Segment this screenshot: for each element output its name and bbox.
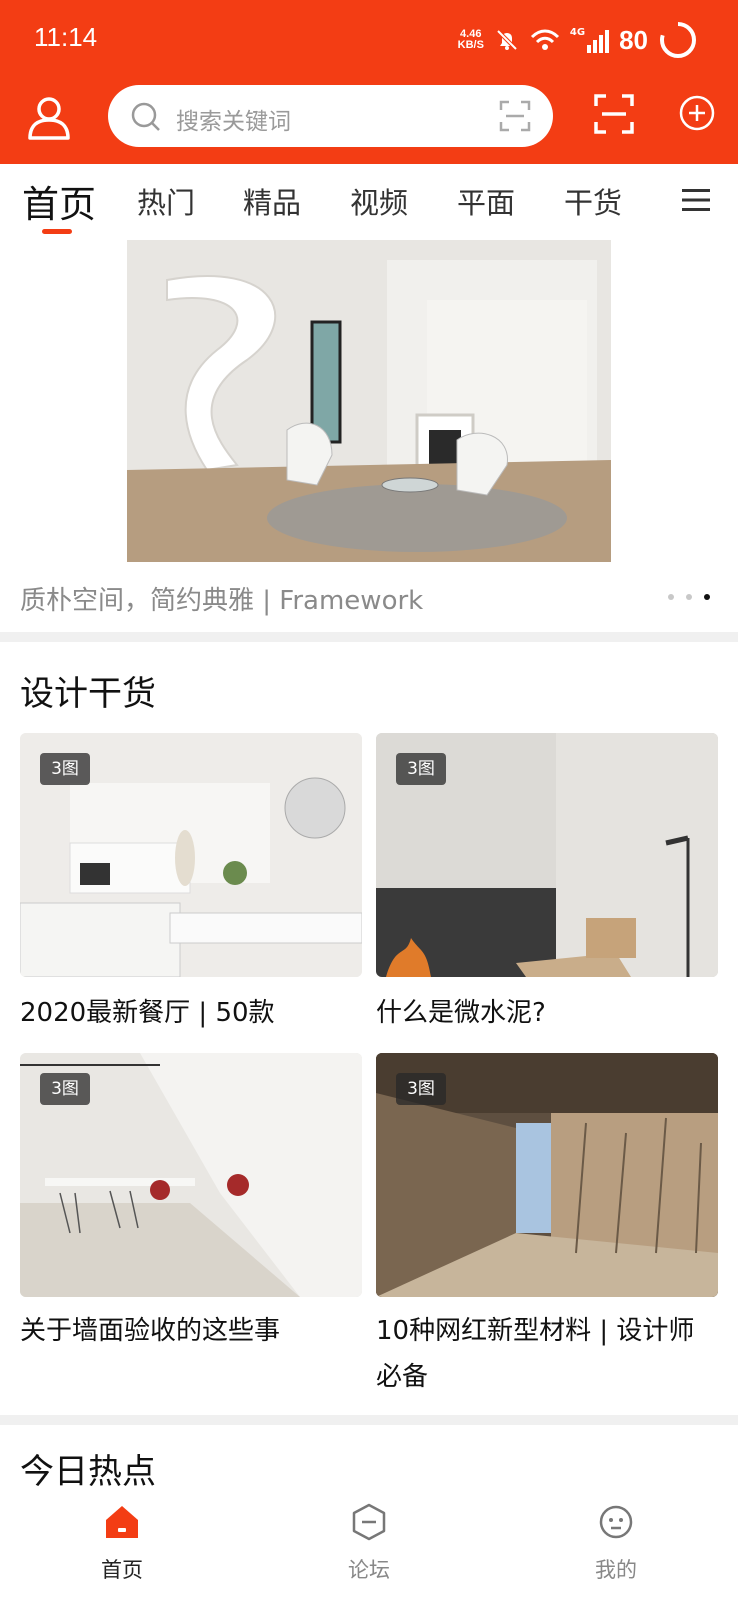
search-icon [131, 102, 160, 131]
tab-tips[interactable]: 干货 [564, 180, 622, 222]
status-icons: 4.46 KB/S 4G 80 [458, 18, 698, 62]
profile-icon [599, 1505, 633, 1539]
search-bar[interactable]: 搜索关键词 [108, 85, 553, 147]
home-icon [106, 1506, 138, 1538]
card-image-materials[interactable]: 3图 [376, 1053, 718, 1297]
card-image-wall[interactable]: 3图 [20, 1053, 362, 1297]
card-image-microcement[interactable]: 3图 [376, 733, 718, 977]
tab-home[interactable]: 首页 [22, 174, 96, 228]
mute-icon [496, 29, 518, 51]
image-count-badge: 3图 [40, 753, 90, 785]
active-tab-indicator [42, 229, 72, 234]
bottom-navigation: 首页 论坛 我的 [0, 1492, 738, 1600]
nav-home[interactable]: 首页 [62, 1502, 182, 1584]
card-title-microcement[interactable]: 什么是微水泥? [376, 990, 718, 1036]
tab-premium[interactable]: 精品 [243, 180, 301, 222]
tab-video[interactable]: 视频 [350, 180, 408, 222]
category-tabs: 首页 热门 精品 视频 平面 干货 [0, 164, 738, 238]
menu-icon[interactable] [682, 188, 710, 212]
card-image-dining[interactable]: 3图 [20, 733, 362, 977]
section-divider [0, 632, 738, 642]
section-title-hot: 今日热点 [20, 1452, 156, 1492]
image-count-badge: 3图 [396, 1073, 446, 1105]
nav-profile[interactable]: 我的 [556, 1502, 676, 1584]
user-icon[interactable] [24, 92, 74, 142]
add-icon[interactable] [678, 94, 716, 132]
search-placeholder: 搜索关键词 [176, 109, 291, 135]
battery-ring-icon [660, 22, 696, 58]
status-time: 11:14 [34, 22, 98, 52]
image-count-badge: 3图 [40, 1073, 90, 1105]
scan-icon[interactable] [499, 100, 531, 132]
signal-icon: 4G [570, 27, 610, 53]
card-title-dining[interactable]: 2020最新餐厅 | 50款 [20, 990, 362, 1036]
card-title-materials[interactable]: 10种网红新型材料 | 设计师必备 [376, 1308, 718, 1400]
carousel-dot-active [704, 594, 710, 600]
tab-graphic[interactable]: 平面 [457, 180, 515, 222]
carousel-dot [686, 594, 692, 600]
card-title-wall[interactable]: 关于墙面验收的这些事 [20, 1308, 362, 1354]
status-bar: 11:14 4.46 KB/S 4G 80 [0, 0, 738, 80]
top-header: 搜索关键词 [0, 80, 738, 164]
nav-forum[interactable]: 论坛 [309, 1502, 429, 1584]
forum-icon [352, 1503, 386, 1541]
banner-image[interactable] [127, 240, 611, 562]
carousel-dot [668, 594, 674, 600]
section-divider [0, 1415, 738, 1425]
scan-icon[interactable] [594, 94, 634, 134]
nav-label: 我的 [595, 1558, 637, 1582]
image-count-badge: 3图 [396, 753, 446, 785]
nav-label: 论坛 [348, 1558, 390, 1582]
network-speed: 4.46 KB/S [457, 28, 484, 51]
wifi-icon [530, 29, 559, 50]
section-title-design: 设计干货 [20, 674, 156, 714]
carousel-dots [668, 594, 710, 600]
tab-hot[interactable]: 热门 [137, 180, 195, 222]
nav-label: 首页 [101, 1558, 143, 1582]
banner-caption[interactable]: 质朴空间，简约典雅 | Framework [20, 580, 423, 617]
battery-level: 80 [619, 24, 648, 55]
